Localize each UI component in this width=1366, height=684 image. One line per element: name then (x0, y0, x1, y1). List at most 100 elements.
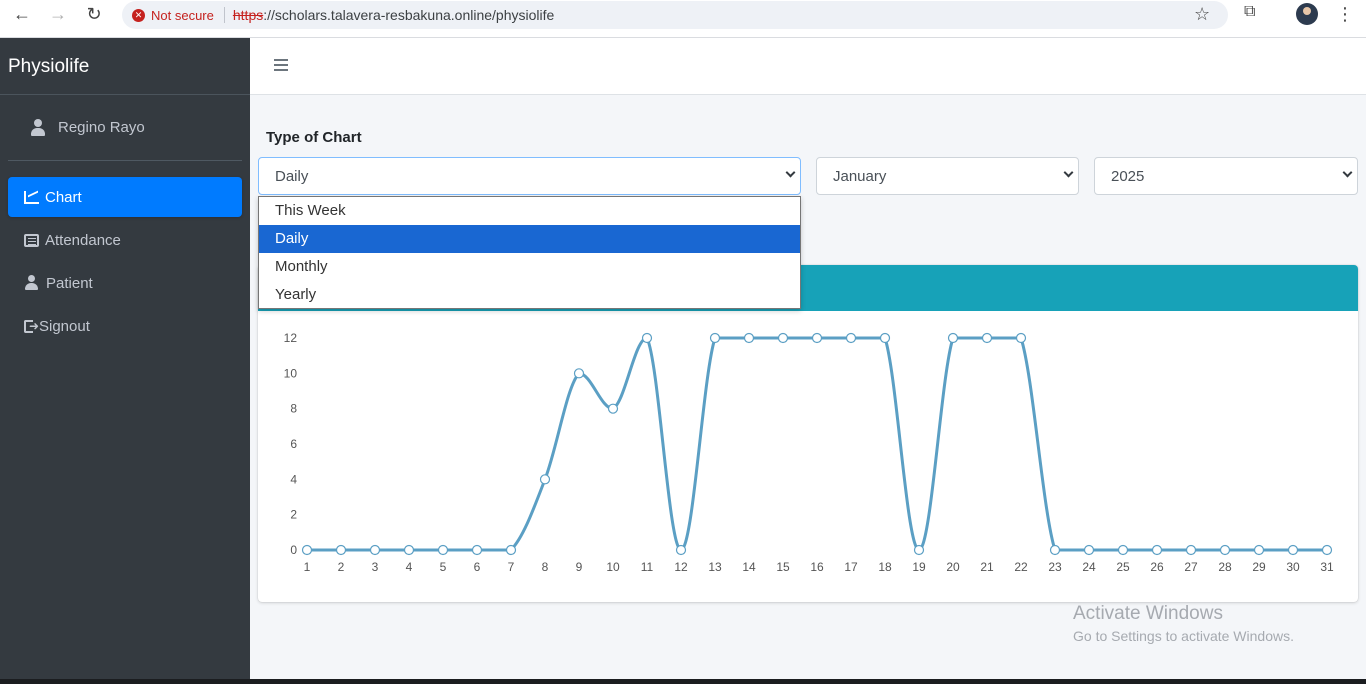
option-daily[interactable]: Daily (259, 225, 800, 253)
browser-menu-icon[interactable]: ⋮ (1336, 4, 1354, 25)
x-tick-label: 8 (542, 560, 549, 574)
user-panel[interactable]: Regino Rayo (8, 95, 242, 161)
x-tick-label: 7 (508, 560, 515, 574)
sidebar-item-signout[interactable]: Signout (8, 306, 242, 346)
year-select[interactable]: 2025 (1094, 157, 1358, 195)
x-tick-label: 30 (1286, 560, 1300, 574)
chart-type-label: Type of Chart (266, 129, 362, 146)
sidebar-item-label: Chart (45, 188, 82, 206)
activate-windows-subtitle: Go to Settings to activate Windows. (1073, 628, 1294, 644)
data-point[interactable] (879, 332, 891, 344)
data-point[interactable] (675, 544, 687, 556)
sidebar-item-patient[interactable]: Patient (8, 263, 242, 303)
x-tick-label: 23 (1048, 560, 1062, 574)
data-point[interactable] (437, 544, 449, 556)
data-point[interactable] (539, 474, 551, 485)
x-tick-label: 13 (708, 560, 722, 574)
url-text: ://scholars.talavera-resbakuna.online/ph… (263, 7, 555, 23)
sidebar-item-chart[interactable]: Chart (8, 177, 242, 217)
list-alt-icon (24, 233, 39, 247)
x-tick-label: 12 (674, 560, 688, 574)
profile-avatar[interactable] (1296, 3, 1318, 25)
bookmark-star-icon[interactable]: ☆ (1194, 4, 1210, 25)
data-point[interactable] (335, 544, 347, 556)
data-point[interactable] (947, 332, 959, 344)
x-tick-label: 6 (474, 560, 481, 574)
option-this-week[interactable]: This Week (259, 197, 800, 225)
x-tick-label: 31 (1320, 560, 1334, 574)
data-point[interactable] (607, 403, 619, 414)
brand-title[interactable]: Physiolife (0, 38, 250, 95)
data-point[interactable] (1287, 544, 1299, 556)
x-tick-label: 17 (844, 560, 858, 574)
x-tick-label: 26 (1150, 560, 1164, 574)
address-bar[interactable]: ✕ Not secure https ://scholars.talavera-… (122, 1, 1228, 29)
month-select[interactable]: January (816, 157, 1079, 195)
chart-type-select[interactable]: Daily (258, 157, 801, 195)
data-point[interactable] (1117, 544, 1129, 556)
data-point[interactable] (1015, 332, 1027, 344)
y-tick-label: 10 (284, 366, 298, 380)
data-point[interactable] (1321, 544, 1333, 556)
sidebar-item-label: Attendance (45, 231, 121, 249)
forward-arrow-icon[interactable]: → (40, 0, 76, 28)
option-monthly[interactable]: Monthly (259, 253, 800, 281)
data-point[interactable] (743, 332, 755, 344)
y-tick-label: 12 (284, 331, 298, 345)
option-yearly[interactable]: Yearly (259, 281, 800, 309)
chevron-down-icon (785, 167, 796, 178)
x-tick-label: 21 (980, 560, 994, 574)
month-value: January (833, 168, 887, 185)
data-point[interactable] (1083, 544, 1095, 556)
daily-line-chart: 0246810121 2 3 4 5 6 7 8 9 10 11 12 13 14 15 16 17 18 19 20… (284, 331, 1334, 574)
x-tick-label: 25 (1116, 560, 1130, 574)
sidebar-item-label: Signout (39, 317, 90, 335)
data-point[interactable] (1185, 544, 1197, 556)
data-point[interactable] (777, 332, 789, 344)
data-point[interactable] (1049, 544, 1061, 556)
data-point[interactable] (845, 332, 857, 344)
x-tick-label: 18 (878, 560, 892, 574)
data-point[interactable] (1219, 544, 1231, 556)
url-divider (223, 7, 225, 23)
data-point[interactable] (573, 368, 585, 379)
data-point[interactable] (709, 332, 721, 344)
extensions-puzzle-icon[interactable]: ⧉ (1244, 3, 1264, 23)
data-point[interactable] (811, 332, 823, 344)
x-tick-label: 16 (810, 560, 824, 574)
data-point[interactable] (981, 332, 993, 344)
x-tick-label: 14 (742, 560, 756, 574)
x-tick-label: 2 (338, 560, 345, 574)
data-point[interactable] (403, 544, 415, 556)
y-tick-label: 6 (290, 437, 297, 451)
sidebar-menu: Chart Attendance Patient Signout (0, 161, 250, 346)
data-point[interactable] (505, 544, 517, 556)
back-arrow-icon[interactable]: ← (4, 0, 40, 28)
x-tick-label: 10 (606, 560, 620, 574)
data-point[interactable] (913, 544, 925, 556)
sidebar-item-attendance[interactable]: Attendance (8, 220, 242, 260)
data-point[interactable] (471, 544, 483, 556)
data-point[interactable] (1151, 544, 1163, 556)
security-label[interactable]: Not secure (151, 8, 214, 23)
sidebar-item-label: Patient (46, 274, 93, 292)
x-tick-label: 19 (912, 560, 926, 574)
sidebar: Physiolife Regino Rayo Chart Attendance … (0, 38, 250, 684)
data-point[interactable] (1253, 544, 1265, 556)
x-tick-label: 9 (576, 560, 583, 574)
chevron-down-icon (1063, 167, 1074, 178)
user-icon (30, 118, 46, 137)
data-point[interactable] (301, 544, 313, 556)
x-tick-label: 1 (304, 560, 311, 574)
data-point[interactable] (369, 544, 381, 556)
activate-windows-title: Activate Windows (1073, 603, 1223, 624)
reload-icon[interactable]: ↻ (76, 0, 112, 28)
chart-type-dropdown: This Week Daily Monthly Yearly (258, 196, 801, 309)
chart-card: 0 2 4 6 8 10 12 1 2 3 4 5 6 7 8 9 10 11 12 13 14 15 16 17 18 19 20… (258, 265, 1358, 602)
x-tick-label: 4 (406, 560, 413, 574)
menu-toggle-icon[interactable] (274, 59, 288, 71)
data-point[interactable] (641, 332, 653, 344)
user-icon (24, 275, 40, 291)
not-secure-icon: ✕ (132, 8, 145, 22)
x-tick-label: 20 (946, 560, 960, 574)
